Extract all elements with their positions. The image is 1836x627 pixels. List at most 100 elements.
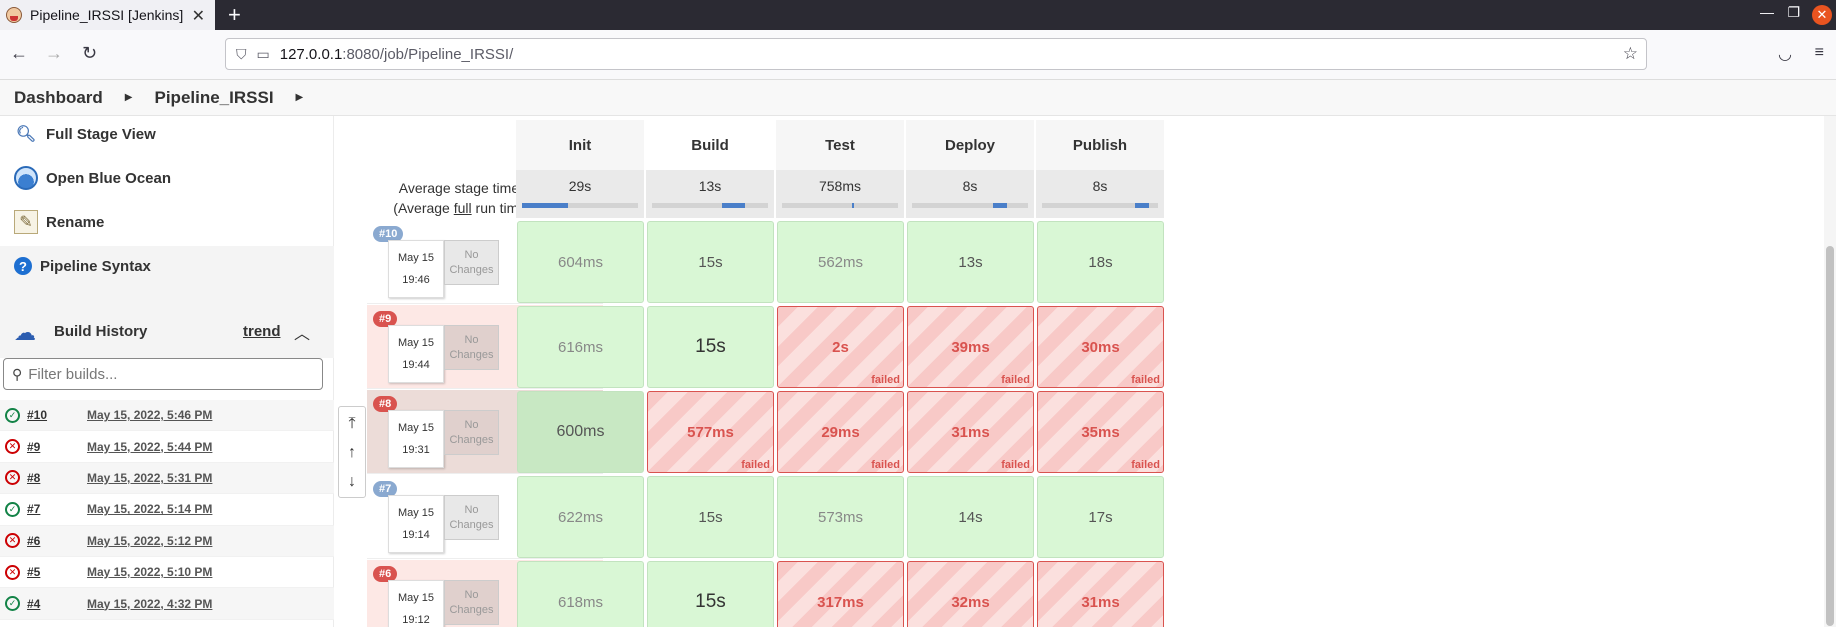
stage-duration: 15s bbox=[698, 508, 723, 526]
tab-close-icon[interactable]: ✕ bbox=[192, 6, 205, 26]
stage-cell[interactable]: 15s bbox=[647, 221, 774, 303]
stage-cell[interactable]: 577ms failed bbox=[647, 391, 774, 473]
browser-nav-bar: ← → ↻ ⛉ ▭ 127.0.0.1 :8080/job/Pipeline_I… bbox=[0, 30, 1836, 80]
scroll-top-icon[interactable]: ⤒ bbox=[339, 409, 365, 439]
window-close-icon[interactable]: ✕ bbox=[1812, 5, 1832, 25]
build-history-row[interactable]: ✓ #4 May 15, 2022, 4:32 PM bbox=[0, 588, 334, 620]
build-date-link[interactable]: May 15, 2022, 5:10 PM bbox=[87, 565, 212, 579]
build-date-link[interactable]: May 15, 2022, 5:31 PM bbox=[87, 471, 212, 485]
no-changes-box[interactable]: No Changes bbox=[444, 580, 499, 625]
build-history-row[interactable]: ✕ #5 May 15, 2022, 5:10 PM bbox=[0, 557, 334, 589]
sidebar-link-label: Full Stage View bbox=[46, 125, 156, 143]
scroll-up-icon[interactable]: ↑ bbox=[339, 438, 365, 468]
menu-icon[interactable]: ≡ bbox=[1815, 44, 1824, 62]
stage-cell[interactable]: 618ms bbox=[517, 561, 644, 627]
build-number-link[interactable]: #7 bbox=[27, 502, 87, 516]
build-history-row[interactable]: ✕ #8 May 15, 2022, 5:31 PM bbox=[0, 462, 334, 495]
no-changes-box[interactable]: No Changes bbox=[444, 495, 499, 540]
collapse-caret-icon[interactable]: ︿ bbox=[294, 320, 310, 344]
breadcrumb-job[interactable]: Pipeline_IRSSI bbox=[155, 88, 274, 108]
failed-tag: failed bbox=[1131, 374, 1160, 386]
restore-icon[interactable]: ❐ bbox=[1787, 4, 1800, 21]
sidebar-full-stage-view[interactable]: 🔍︎ Full Stage View bbox=[14, 118, 156, 150]
sidebar-open-blue-ocean[interactable]: Open Blue Ocean bbox=[14, 162, 171, 194]
stage-cell[interactable]: 15s bbox=[647, 476, 774, 558]
stage-cell[interactable]: 562ms bbox=[777, 221, 904, 303]
stage-cell[interactable]: 14s bbox=[907, 476, 1034, 558]
no-changes-box[interactable]: No Changes bbox=[444, 240, 499, 285]
stage-cell[interactable]: 32ms bbox=[907, 561, 1034, 627]
stage-cell[interactable]: 604ms bbox=[517, 221, 644, 303]
shield-icon[interactable]: ⛉ bbox=[236, 46, 247, 63]
reload-icon[interactable]: ↻ bbox=[82, 43, 97, 64]
stage-duration: 15s bbox=[698, 253, 723, 271]
build-history-title: Build History bbox=[54, 323, 148, 340]
url-bar[interactable]: ⛉ ▭ 127.0.0.1 :8080/job/Pipeline_IRSSI/ … bbox=[225, 38, 1647, 70]
breadcrumb-arrow-icon[interactable]: ▶ bbox=[125, 92, 133, 103]
stage-cell[interactable]: 2s failed bbox=[777, 306, 904, 388]
forward-icon[interactable]: → bbox=[45, 43, 63, 64]
filter-builds-input[interactable]: ⚲ Filter builds... bbox=[3, 358, 323, 390]
build-history-row[interactable]: ✕ #9 May 15, 2022, 5:44 PM bbox=[0, 431, 334, 463]
stage-cell[interactable]: 15s bbox=[647, 561, 774, 627]
page-info-icon[interactable]: ▭ bbox=[257, 46, 270, 63]
sidebar-pipeline-syntax[interactable]: ? Pipeline Syntax bbox=[14, 250, 151, 282]
sidebar-rename[interactable]: ✎ Rename bbox=[14, 206, 104, 238]
stage-cell[interactable]: 616ms bbox=[517, 306, 644, 388]
scrollbar-thumb[interactable] bbox=[1826, 246, 1834, 626]
build-history-row[interactable]: ✓ #10 May 15, 2022, 5:46 PM bbox=[0, 400, 334, 432]
build-date-link[interactable]: May 15, 2022, 5:44 PM bbox=[87, 440, 212, 454]
breadcrumb-dashboard[interactable]: Dashboard bbox=[14, 88, 103, 108]
pocket-icon[interactable]: ◡ bbox=[1778, 44, 1792, 64]
stage-cell[interactable]: 573ms bbox=[777, 476, 904, 558]
stage-cell[interactable]: 31ms bbox=[1037, 561, 1164, 627]
no-changes-box[interactable]: No Changes bbox=[444, 410, 499, 455]
url-path: :8080/job/Pipeline_IRSSI/ bbox=[342, 45, 514, 63]
stage-cell[interactable]: 18s bbox=[1037, 221, 1164, 303]
failed-tag: failed bbox=[1001, 459, 1030, 471]
build-date-link[interactable]: May 15, 2022, 5:46 PM bbox=[87, 408, 212, 422]
stage-cell[interactable]: 17s bbox=[1037, 476, 1164, 558]
build-date-link[interactable]: May 15, 2022, 5:14 PM bbox=[87, 502, 212, 516]
bookmark-star-icon[interactable]: ☆ bbox=[1623, 44, 1638, 64]
build-number-link[interactable]: #8 bbox=[27, 471, 87, 485]
build-history-row[interactable]: ✕ #6 May 15, 2022, 5:12 PM bbox=[0, 525, 334, 557]
url-host: 127.0.0.1 bbox=[279, 45, 343, 63]
new-tab-icon[interactable]: + bbox=[228, 2, 241, 28]
stage-cell[interactable]: 13s bbox=[907, 221, 1034, 303]
stage-cell[interactable]: 35ms failed bbox=[1037, 391, 1164, 473]
stage-cell[interactable]: 31ms failed bbox=[907, 391, 1034, 473]
stage-duration: 18s bbox=[1088, 253, 1113, 271]
stage-duration: 577ms bbox=[687, 423, 734, 441]
build-number-link[interactable]: #9 bbox=[27, 440, 87, 454]
run-time: 19:14 bbox=[402, 529, 430, 541]
success-check-icon: ✓ bbox=[5, 596, 20, 612]
run-date-box: May 15 19:14 bbox=[388, 495, 444, 553]
stage-duration: 15s bbox=[695, 591, 726, 612]
stage-cell[interactable]: 622ms bbox=[517, 476, 644, 558]
stage-cell[interactable]: 30ms failed bbox=[1037, 306, 1164, 388]
scroll-down-icon[interactable]: ↓ bbox=[339, 467, 365, 497]
build-number-link[interactable]: #10 bbox=[27, 408, 87, 422]
build-history-row[interactable]: ✓ #7 May 15, 2022, 5:14 PM bbox=[0, 494, 334, 526]
browser-tab[interactable]: Pipeline_IRSSI [Jenkins] ✕ bbox=[0, 0, 215, 30]
trend-link[interactable]: trend bbox=[243, 323, 281, 340]
minimize-icon[interactable]: — bbox=[1760, 4, 1774, 20]
stage-cell[interactable]: 317ms bbox=[777, 561, 904, 627]
stage-cell[interactable]: 600ms bbox=[517, 391, 644, 473]
build-number-link[interactable]: #5 bbox=[27, 565, 87, 579]
stage-cell[interactable]: 15s bbox=[647, 306, 774, 388]
breadcrumb-arrow-icon[interactable]: ▶ bbox=[296, 92, 304, 103]
back-icon[interactable]: ← bbox=[10, 43, 28, 64]
stage-cell[interactable]: 39ms failed bbox=[907, 306, 1034, 388]
no-changes-box[interactable]: No Changes bbox=[444, 325, 499, 370]
build-number-link[interactable]: #6 bbox=[27, 534, 87, 548]
build-number-link[interactable]: #4 bbox=[27, 597, 87, 611]
stage-average-bar bbox=[1042, 203, 1158, 208]
sidebar: 🔍︎ Full Stage View Open Blue Ocean ✎ Ren… bbox=[0, 116, 334, 627]
page-scrollbar[interactable] bbox=[1824, 116, 1836, 627]
stage-cell[interactable]: 29ms failed bbox=[777, 391, 904, 473]
build-date-link[interactable]: May 15, 2022, 4:32 PM bbox=[87, 597, 212, 611]
stage-average-value: 8s bbox=[1092, 178, 1108, 194]
build-date-link[interactable]: May 15, 2022, 5:12 PM bbox=[87, 534, 212, 548]
